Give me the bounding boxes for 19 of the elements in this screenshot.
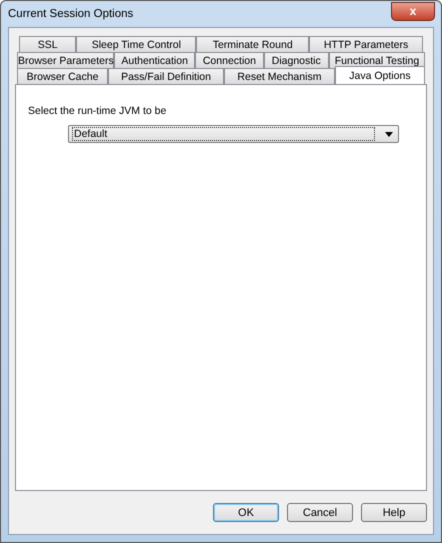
- tab[interactable]: Java Options: [334, 66, 425, 84]
- tab[interactable]: Diagnostic: [264, 52, 329, 68]
- tab[interactable]: Reset Mechanism: [224, 68, 335, 84]
- tab[interactable]: SSL: [19, 36, 76, 52]
- jvm-label: Select the run-time JVM to be: [28, 105, 168, 117]
- tab[interactable]: Sleep Time Control: [76, 36, 196, 52]
- tab[interactable]: HTTP Parameters: [309, 36, 423, 52]
- tab[interactable]: Connection: [195, 52, 264, 68]
- tab[interactable]: Terminate Round: [196, 36, 310, 52]
- dialog-button[interactable]: Cancel: [287, 503, 353, 522]
- dialog-button[interactable]: OK: [213, 503, 279, 522]
- dialog-button[interactable]: Help: [361, 503, 427, 522]
- tab[interactable]: Authentication: [114, 52, 196, 68]
- tab[interactable]: Pass/Fail Definition: [108, 68, 224, 84]
- caret-icon: [385, 132, 393, 136]
- window-title: Current Session Options: [8, 8, 134, 20]
- tab[interactable]: Browser Cache: [17, 68, 108, 84]
- jvm-dropdown[interactable]: Default: [68, 125, 399, 143]
- tab[interactable]: Browser Parameters: [17, 52, 114, 68]
